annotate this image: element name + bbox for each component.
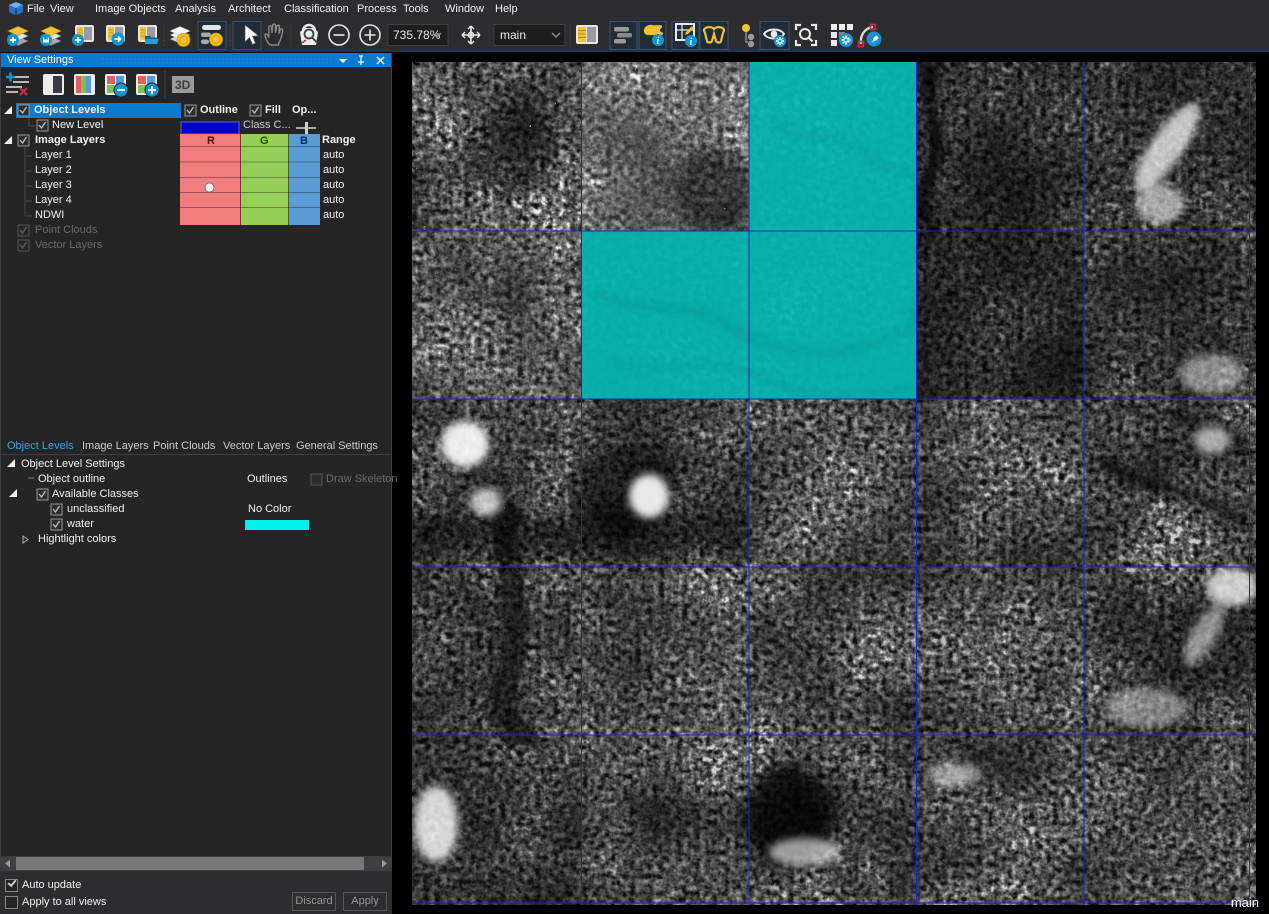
svg-text:3D: 3D	[175, 78, 191, 92]
svg-text:i: i	[657, 36, 660, 47]
svg-text:B: B	[300, 135, 308, 147]
svg-text:main: main	[500, 28, 526, 42]
svg-text:735.78%: 735.78%	[393, 28, 441, 42]
svg-text:G: G	[260, 135, 269, 147]
svg-text:i: i	[690, 37, 693, 48]
svg-text:R: R	[207, 135, 215, 147]
